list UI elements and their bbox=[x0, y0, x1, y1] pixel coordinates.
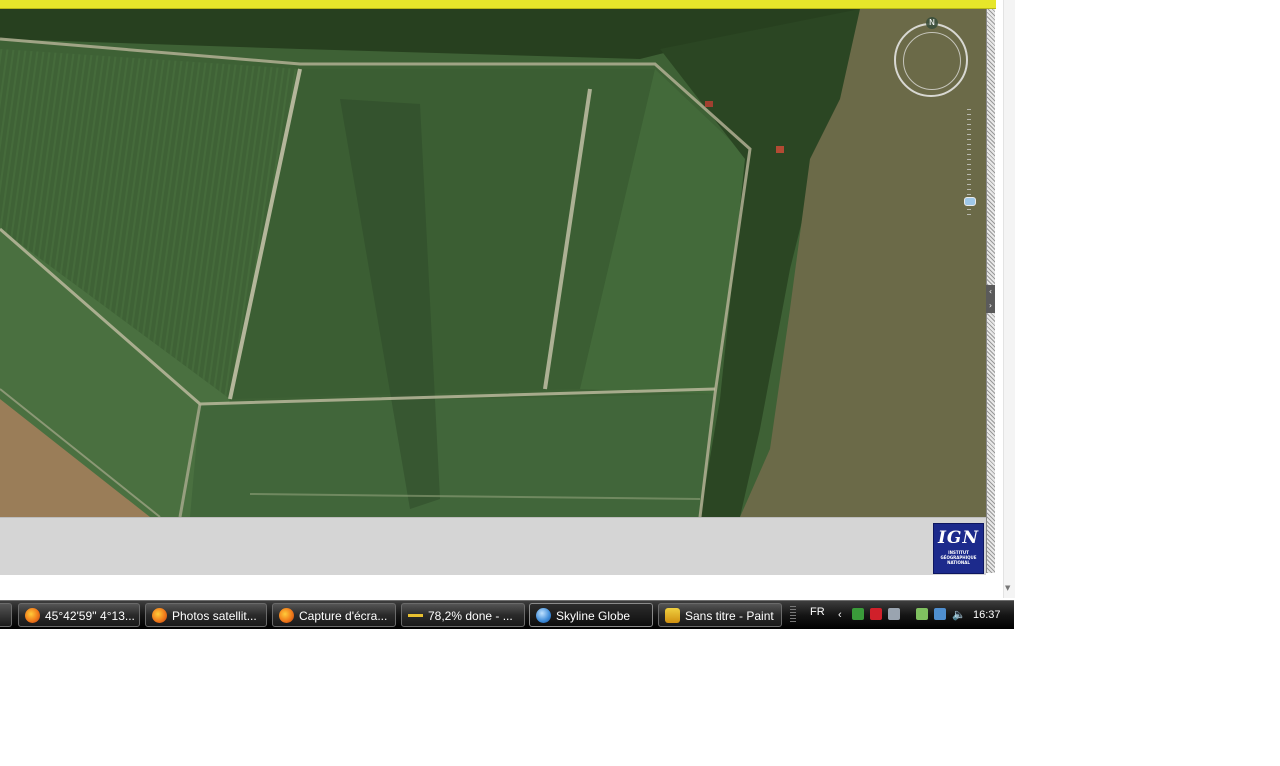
mcafee-icon[interactable] bbox=[870, 608, 882, 620]
show-hidden-icons-chevron-icon[interactable]: ‹ bbox=[838, 601, 842, 629]
globe-icon bbox=[536, 608, 551, 623]
taskbar: 45°42'59'' 4°13... Photos satellit... Ca… bbox=[0, 600, 1014, 629]
taskbar-item-label: 45°42'59'' 4°13... bbox=[45, 609, 135, 623]
compass-inner-ring bbox=[903, 32, 961, 90]
firefox-icon bbox=[152, 608, 167, 623]
taskbar-item-skyline-globe[interactable]: Skyline Globe bbox=[529, 603, 653, 627]
taskbar-item-photos-satellite[interactable]: Photos satellit... bbox=[145, 603, 267, 627]
start-button-edge[interactable] bbox=[0, 603, 12, 627]
taskbar-item-label: Capture d'écra... bbox=[299, 609, 388, 623]
paint-icon bbox=[665, 608, 680, 623]
compass-north-label: N bbox=[926, 17, 938, 29]
language-indicator[interactable]: FR bbox=[810, 598, 825, 626]
system-tray: FR ‹ 🔈 16:37 bbox=[786, 601, 1014, 629]
ign-logo-text: IGN bbox=[937, 528, 979, 548]
aerial-imagery bbox=[0, 9, 986, 517]
ign-logo-subtitle: INSTITUT GÉOGRAPHIQUE NATIONAL bbox=[940, 550, 977, 565]
map-footer-panel bbox=[0, 517, 986, 575]
zoom-slider-handle[interactable] bbox=[964, 197, 976, 206]
taskbar-item-label: 78,2% done - ... bbox=[428, 609, 513, 623]
clock[interactable]: 16:37 bbox=[973, 601, 1001, 629]
taskbar-item-download[interactable]: 78,2% done - ... bbox=[401, 603, 525, 627]
display-icon[interactable] bbox=[888, 608, 900, 620]
vertical-scrollbar[interactable] bbox=[1003, 0, 1015, 598]
browser-window: N IGN INSTITUT GÉOGRAPHIQUE NATIONAL ‹ › … bbox=[0, 0, 1015, 600]
volume-icon[interactable]: 🔈 bbox=[952, 601, 966, 629]
collapse-arrow-icon[interactable]: ‹ › bbox=[986, 285, 995, 313]
page-header-bar bbox=[0, 0, 996, 9]
network-tool-icon[interactable] bbox=[852, 608, 864, 620]
taskbar-item-coordinates[interactable]: 45°42'59'' 4°13... bbox=[18, 603, 140, 627]
taskbar-item-paint[interactable]: Sans titre - Paint bbox=[658, 603, 782, 627]
compass-control[interactable]: N bbox=[894, 17, 968, 97]
taskbar-item-label: Sans titre - Paint bbox=[685, 609, 774, 623]
battery-icon[interactable] bbox=[916, 608, 928, 620]
taskbar-item-capture[interactable]: Capture d'écra... bbox=[272, 603, 396, 627]
tray-grip bbox=[790, 606, 796, 624]
firefox-icon bbox=[25, 608, 40, 623]
satellite-map[interactable]: N bbox=[0, 9, 986, 517]
scroll-down-arrow-icon[interactable]: ▼ bbox=[1005, 584, 1013, 592]
network-connection-icon[interactable] bbox=[934, 608, 946, 620]
ign-logo: IGN INSTITUT GÉOGRAPHIQUE NATIONAL bbox=[933, 523, 984, 574]
firefox-icon bbox=[279, 608, 294, 623]
taskbar-item-label: Skyline Globe bbox=[556, 609, 631, 623]
taskbar-item-label: Photos satellit... bbox=[172, 609, 257, 623]
download-progress-icon bbox=[408, 608, 423, 623]
